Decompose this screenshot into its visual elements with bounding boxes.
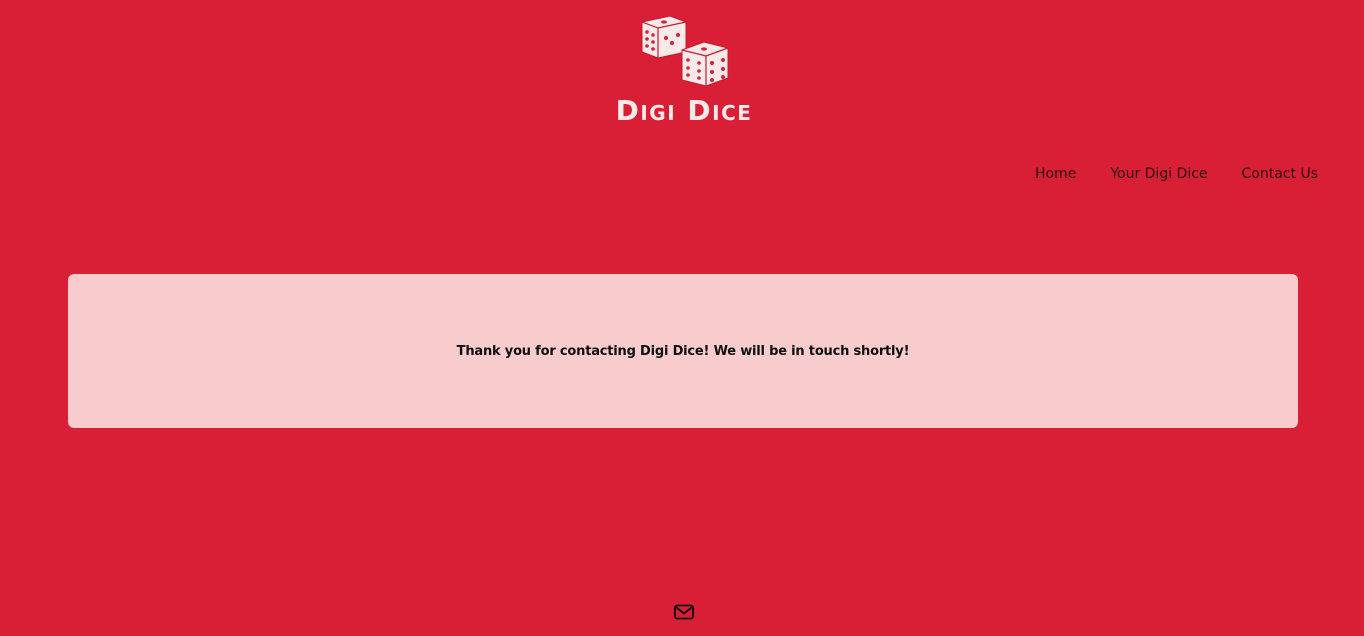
brand-logo-link[interactable]: Digi Dice xyxy=(596,12,772,128)
confirmation-message: Thank you for contacting Digi Dice! We w… xyxy=(456,343,910,359)
nav-contact-us-link[interactable]: Contact Us xyxy=(1242,164,1318,184)
dice-icon xyxy=(641,15,729,87)
page: Digi Dice Home Your Digi Dice Contact Us… xyxy=(0,0,1364,636)
envelope-icon[interactable] xyxy=(674,604,694,620)
confirmation-card: Thank you for contacting Digi Dice! We w… xyxy=(68,274,1298,428)
nav-your-digi-dice-link[interactable]: Your Digi Dice xyxy=(1110,164,1207,184)
brand-name: Digi Dice xyxy=(615,94,753,127)
nav-home-link[interactable]: Home xyxy=(1035,164,1076,184)
main-nav: Home Your Digi Dice Contact Us xyxy=(1035,164,1318,184)
